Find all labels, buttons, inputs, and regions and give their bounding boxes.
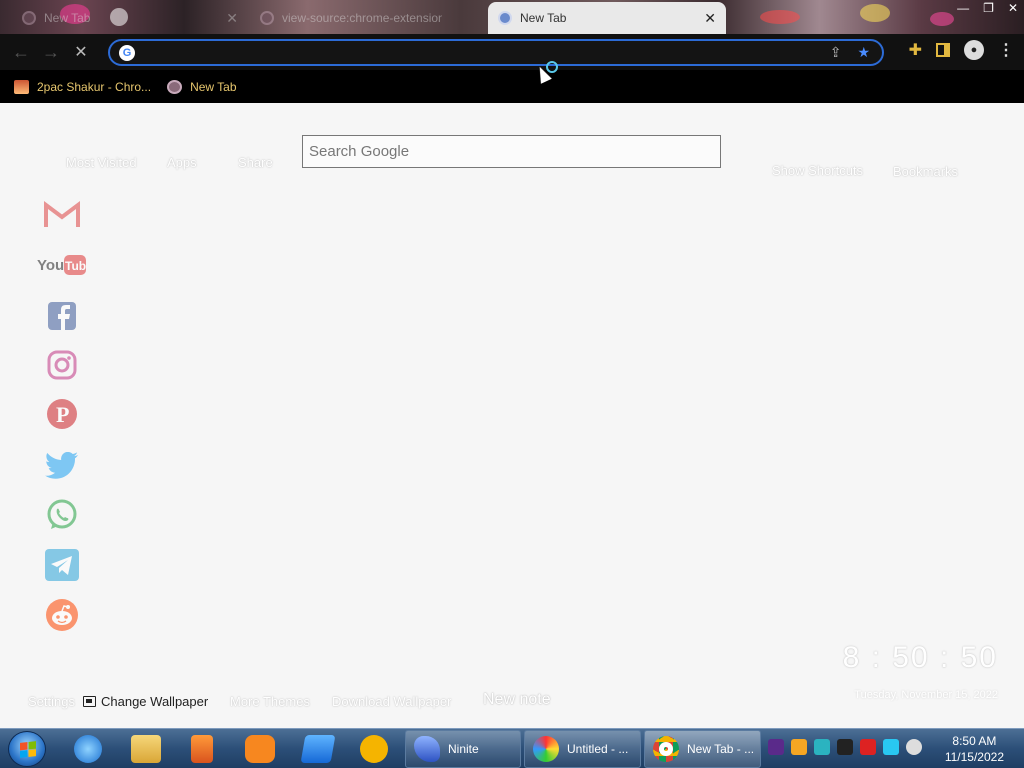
image-icon	[83, 696, 96, 707]
wallpaper-splat	[860, 4, 890, 22]
show-shortcuts-link[interactable]: Show Shortcuts	[772, 163, 863, 178]
task-label: New Tab - ...	[687, 742, 755, 756]
tray-app-icon[interactable]	[814, 739, 830, 755]
youtube-icon[interactable]: YouTube	[37, 245, 87, 285]
back-arrow-icon[interactable]: ←	[6, 37, 36, 67]
side-panel-icon[interactable]	[936, 43, 950, 57]
most-visited-link[interactable]: Most Visited	[66, 155, 137, 170]
bookmark-favicon-icon	[167, 79, 183, 94]
taskbar-task-chrome[interactable]: New Tab - ...	[644, 730, 761, 768]
address-bar[interactable]: G ⇪ ★	[108, 39, 884, 66]
google-icon: G	[119, 44, 135, 61]
system-date: 11/15/2022	[944, 750, 1004, 764]
ninite-icon	[414, 736, 440, 762]
task-label: Ninite	[448, 742, 479, 756]
bookmarks-link[interactable]: Bookmarks	[893, 164, 958, 179]
bookmark-label: 2pac Shakur - Chro...	[37, 79, 152, 94]
tab-strip: New Tab ✕ view-source:chrome-extension:/…	[0, 0, 1024, 34]
vpn-lock-icon[interactable]	[352, 732, 396, 766]
share-link[interactable]: Share	[238, 155, 273, 170]
page-clock: 8 : 50 : 50	[842, 641, 998, 674]
taskbar-task-ninite[interactable]: Ninite	[405, 730, 521, 768]
tab-3-active[interactable]: New Tab ✕	[488, 2, 726, 34]
minimize-icon[interactable]: —	[957, 1, 969, 15]
taskbar-task-paint[interactable]: Untitled - ...	[524, 730, 641, 768]
tray-app-icon[interactable]	[768, 739, 784, 755]
system-tray	[768, 739, 922, 755]
pinterest-icon[interactable]: P	[42, 394, 82, 434]
start-button[interactable]	[8, 731, 46, 767]
bookmark-item[interactable]: 2pac Shakur - Chro...	[14, 79, 152, 94]
forward-arrow-icon[interactable]: →	[36, 37, 66, 67]
tab-1[interactable]: New Tab ✕	[12, 2, 248, 34]
page-date: Tuesday, November 15, 2022	[854, 689, 998, 701]
settings-link[interactable]: Settings	[28, 694, 75, 709]
action-center-flag-icon[interactable]	[860, 739, 876, 755]
stop-loading-icon[interactable]: ✕	[66, 37, 96, 67]
chrome-icon	[653, 736, 679, 762]
bookmark-favicon-icon	[14, 79, 29, 94]
change-wallpaper-button[interactable]: Change Wallpaper	[83, 694, 208, 709]
change-wallpaper-label: Change Wallpaper	[101, 694, 209, 709]
restore-icon[interactable]: ❐	[983, 1, 994, 15]
windows-taskbar: Ninite Untitled - ... New Tab - ... 8:50…	[0, 728, 1024, 768]
svg-text:Tube: Tube	[65, 259, 87, 273]
search-input[interactable]	[303, 143, 720, 160]
system-clock[interactable]: 8:50 AM 11/15/2022	[945, 733, 1004, 765]
network-icon[interactable]	[883, 739, 899, 755]
tray-app-icon[interactable]	[791, 739, 807, 755]
file-explorer-icon[interactable]	[124, 732, 168, 766]
browser-toolbar: ← → ✕ G ⇪ ★ ✚ ● ⋮	[0, 34, 1024, 70]
close-window-icon[interactable]: ✕	[1008, 1, 1018, 15]
task-label: Untitled - ...	[567, 742, 629, 756]
bookmark-star-icon[interactable]: ★	[857, 44, 870, 61]
tab-favicon-icon	[260, 11, 274, 25]
new-tab-page: Most Visited Apps Share Show Shortcuts B…	[0, 103, 1024, 728]
more-themes-link[interactable]: More Themes	[230, 694, 310, 709]
system-time: 8:50 AM	[952, 734, 997, 748]
tab-title: view-source:chrome-extension://	[282, 11, 442, 25]
gmail-icon[interactable]	[42, 195, 82, 235]
instagram-icon[interactable]	[42, 345, 82, 385]
app-blue-icon[interactable]	[296, 732, 340, 766]
whatsapp-icon[interactable]	[42, 495, 82, 535]
bookmark-label: New Tab	[190, 79, 237, 94]
close-icon[interactable]: ✕	[226, 10, 238, 27]
reddit-icon[interactable]	[42, 595, 82, 635]
volume-icon[interactable]	[906, 739, 922, 755]
share-icon[interactable]: ⇪	[830, 44, 842, 61]
tab-favicon-icon	[498, 11, 512, 25]
tab-title: New Tab	[520, 11, 567, 25]
paint-icon	[533, 736, 559, 762]
address-input[interactable]	[143, 45, 830, 60]
search-box[interactable]	[302, 135, 721, 168]
tab-favicon-icon	[22, 11, 36, 25]
media-player-icon[interactable]	[180, 732, 224, 766]
apps-link[interactable]: Apps	[167, 155, 197, 170]
window-controls: — ❐ ✕	[957, 0, 1018, 16]
facebook-icon[interactable]	[42, 296, 82, 336]
wallpaper-splat	[760, 10, 800, 24]
new-note-button[interactable]: New note	[483, 691, 551, 709]
tray-app-icon[interactable]	[837, 739, 853, 755]
extensions-puzzle-icon[interactable]: ✚	[909, 40, 922, 60]
svg-text:You: You	[37, 257, 64, 274]
wallpaper-splat	[930, 12, 954, 26]
svg-text:P: P	[56, 402, 69, 427]
twitter-icon[interactable]	[42, 446, 82, 486]
tab-2[interactable]: view-source:chrome-extension://	[250, 2, 486, 34]
download-wallpaper-link[interactable]: Download Wallpaper	[332, 694, 451, 709]
telegram-icon[interactable]	[42, 545, 82, 585]
close-icon[interactable]: ✕	[704, 10, 716, 27]
bookmark-item[interactable]: New Tab	[167, 79, 237, 94]
uc-browser-icon[interactable]	[238, 732, 282, 766]
menu-kebab-icon[interactable]: ⋮	[998, 40, 1014, 60]
bookmarks-bar: 2pac Shakur - Chro... New Tab	[0, 70, 1024, 103]
profile-avatar-icon[interactable]: ●	[964, 40, 984, 60]
tab-title: New Tab	[44, 11, 91, 25]
internet-explorer-icon[interactable]	[66, 732, 110, 766]
